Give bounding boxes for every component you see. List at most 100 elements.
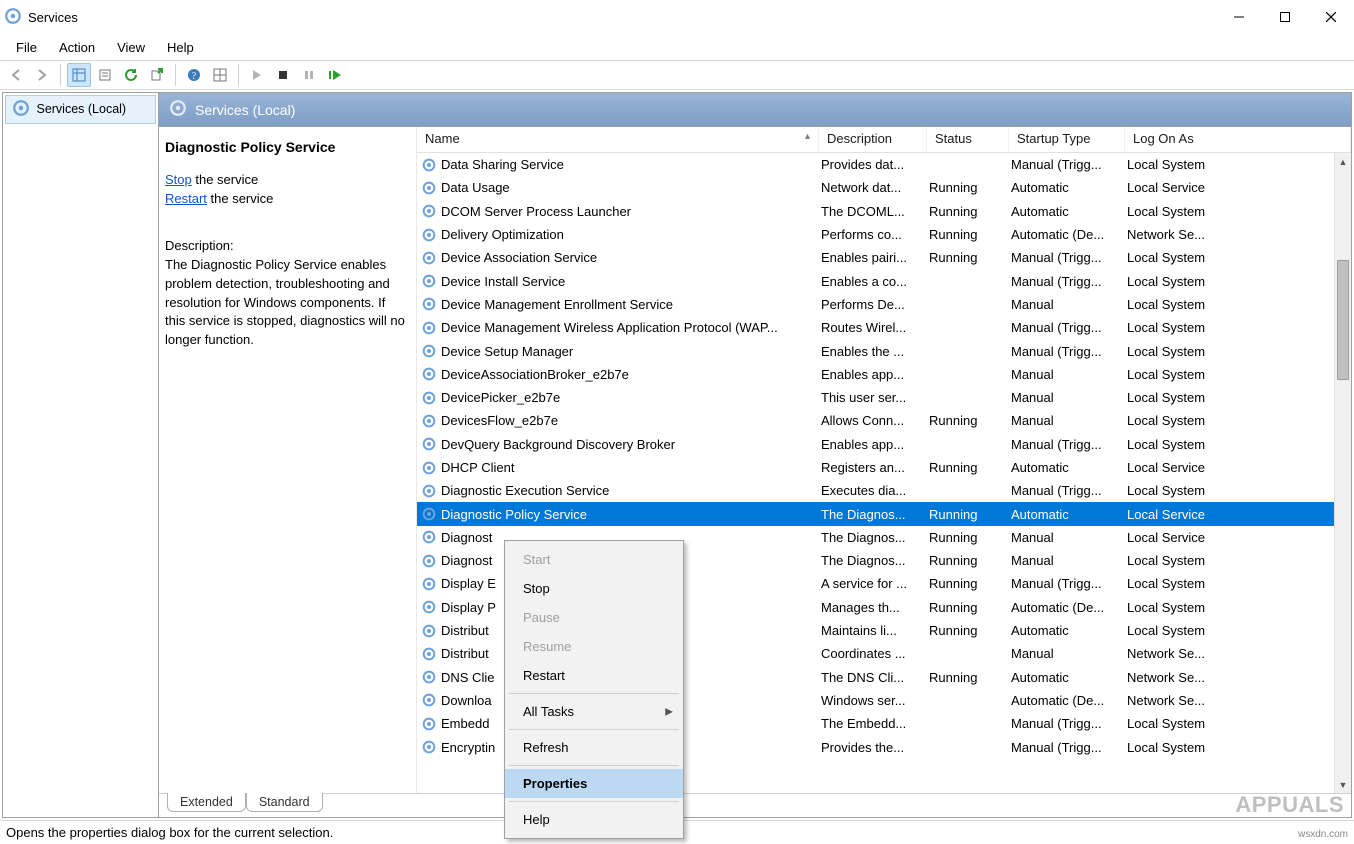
pause-button[interactable] [297, 63, 321, 87]
export-button[interactable] [145, 63, 169, 87]
stop-link[interactable]: Stop [165, 172, 192, 187]
service-row[interactable]: DCOM Server Process LauncherThe DCOML...… [417, 200, 1351, 223]
scroll-thumb[interactable] [1337, 260, 1349, 380]
service-name: DevQuery Background Discovery Broker [441, 437, 675, 452]
ctx-separator [509, 693, 679, 694]
menu-help[interactable]: Help [157, 37, 204, 58]
service-log-on-as: Local System [1123, 623, 1333, 638]
service-startup-type: Manual (Trigg... [1007, 344, 1123, 359]
restart-link[interactable]: Restart [165, 191, 207, 206]
grid-button[interactable] [208, 63, 232, 87]
stop-play-button[interactable] [271, 63, 295, 87]
service-row[interactable]: Device Association ServiceEnables pairi.… [417, 246, 1351, 269]
app-icon [4, 7, 22, 28]
col-startup-type[interactable]: Startup Type [1009, 127, 1125, 152]
service-row[interactable]: Device Management Enrollment ServicePerf… [417, 293, 1351, 316]
service-startup-type: Manual [1007, 530, 1123, 545]
service-description: Routes Wirel... [817, 320, 925, 335]
col-status[interactable]: Status [927, 127, 1009, 152]
col-description[interactable]: Description [819, 127, 927, 152]
service-startup-type: Manual (Trigg... [1007, 740, 1123, 755]
service-row[interactable]: DevicesFlow_e2b7eAllows Conn...RunningMa… [417, 409, 1351, 432]
col-name[interactable]: Name ▴ [417, 127, 819, 152]
stop-link-trail: the service [192, 172, 258, 187]
tab-standard[interactable]: Standard [246, 793, 323, 812]
ctx-all-tasks[interactable]: All Tasks▶ [505, 697, 683, 726]
service-name: Diagnost [441, 553, 492, 568]
minimize-button[interactable] [1216, 0, 1262, 34]
close-button[interactable] [1308, 0, 1354, 34]
ctx-stop[interactable]: Stop [505, 574, 683, 603]
properties-button[interactable] [93, 63, 117, 87]
service-row[interactable]: Device Install ServiceEnables a co...Man… [417, 269, 1351, 292]
col-log-on-as[interactable]: Log On As [1125, 127, 1351, 152]
service-log-on-as: Local Service [1123, 460, 1333, 475]
submenu-arrow-icon: ▶ [665, 706, 673, 717]
service-status: Running [925, 530, 1007, 545]
service-icon [421, 413, 437, 429]
refresh-button[interactable] [119, 63, 143, 87]
scroll-up-icon[interactable]: ▲ [1335, 153, 1351, 170]
maximize-button[interactable] [1262, 0, 1308, 34]
status-text: Opens the properties dialog box for the … [6, 825, 333, 840]
service-startup-type: Manual (Trigg... [1007, 250, 1123, 265]
details-view-button[interactable] [67, 63, 91, 87]
service-row[interactable]: Data UsageNetwork dat...RunningAutomatic… [417, 176, 1351, 199]
window-title: Services [28, 10, 78, 25]
ctx-help[interactable]: Help [505, 805, 683, 834]
ctx-restart[interactable]: Restart [505, 661, 683, 690]
service-startup-type: Manual [1007, 367, 1123, 382]
service-name: DeviceAssociationBroker_e2b7e [441, 367, 629, 382]
service-name: DCOM Server Process Launcher [441, 204, 631, 219]
service-log-on-as: Local System [1123, 716, 1333, 731]
service-description: Enables pairi... [817, 250, 925, 265]
content-header-icon [169, 99, 187, 120]
scrollbar[interactable]: ▲ ▼ [1334, 153, 1351, 793]
menu-file[interactable]: File [6, 37, 47, 58]
forward-button[interactable] [30, 63, 54, 87]
service-log-on-as: Local System [1123, 274, 1333, 289]
service-row[interactable]: Device Management Wireless Application P… [417, 316, 1351, 339]
content-header: Services (Local) [159, 93, 1351, 127]
ctx-start: Start [505, 545, 683, 574]
service-description: A service for ... [817, 576, 925, 591]
service-row[interactable]: DevQuery Background Discovery BrokerEnab… [417, 433, 1351, 456]
services-icon [12, 99, 30, 120]
service-status: Running [925, 227, 1007, 242]
service-description: The Embedd... [817, 716, 925, 731]
service-name: DevicesFlow_e2b7e [441, 413, 558, 428]
restart-play-button[interactable] [323, 63, 347, 87]
service-row[interactable]: Data Sharing ServiceProvides dat...Manua… [417, 153, 1351, 176]
service-row[interactable]: Device Setup ManagerEnables the ...Manua… [417, 339, 1351, 362]
service-status: Running [925, 204, 1007, 219]
play-button[interactable] [245, 63, 269, 87]
scroll-track[interactable] [1335, 170, 1351, 776]
service-icon [421, 436, 437, 452]
service-row[interactable]: DHCP ClientRegisters an...RunningAutomat… [417, 456, 1351, 479]
back-button[interactable] [4, 63, 28, 87]
service-status: Running [925, 507, 1007, 522]
service-name: Distribut [441, 646, 489, 661]
service-icon [421, 390, 437, 406]
service-icon [421, 250, 437, 266]
scroll-down-icon[interactable]: ▼ [1335, 776, 1351, 793]
tab-extended[interactable]: Extended [167, 793, 246, 812]
menu-view[interactable]: View [107, 37, 155, 58]
service-row[interactable]: Diagnostic Execution ServiceExecutes dia… [417, 479, 1351, 502]
service-name: Display P [441, 600, 496, 615]
service-status: Running [925, 576, 1007, 591]
description-pane: Diagnostic Policy Service Stop the servi… [159, 127, 417, 793]
service-status: Running [925, 600, 1007, 615]
service-row[interactable]: Diagnostic Policy ServiceThe Diagnos...R… [417, 502, 1351, 525]
service-description: Coordinates ... [817, 646, 925, 661]
menu-action[interactable]: Action [49, 37, 105, 58]
service-row[interactable]: DevicePicker_e2b7eThis user ser...Manual… [417, 386, 1351, 409]
service-row[interactable]: Delivery OptimizationPerforms co...Runni… [417, 223, 1351, 246]
ctx-refresh[interactable]: Refresh [505, 733, 683, 762]
service-icon [421, 506, 437, 522]
service-status: Running [925, 670, 1007, 685]
help-button[interactable]: ? [182, 63, 206, 87]
tree-item-services-local[interactable]: Services (Local) [5, 95, 156, 124]
service-row[interactable]: DeviceAssociationBroker_e2b7eEnables app… [417, 363, 1351, 386]
ctx-properties[interactable]: Properties [505, 769, 683, 798]
